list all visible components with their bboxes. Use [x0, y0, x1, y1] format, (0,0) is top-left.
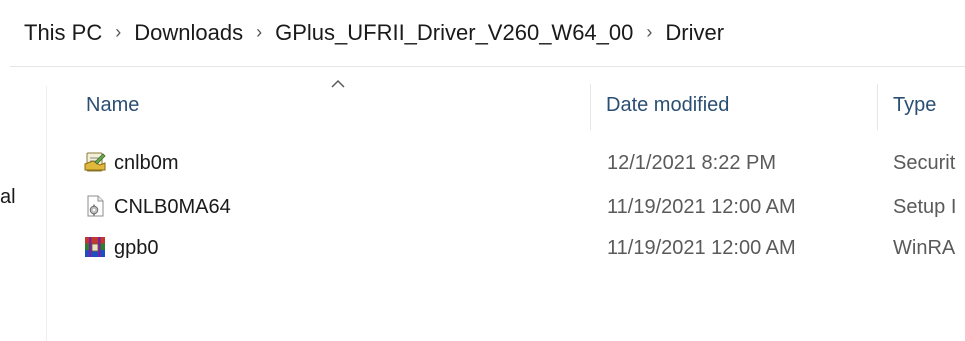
chevron-right-icon[interactable]: › [256, 22, 262, 43]
breadcrumb-this-pc[interactable]: This PC [24, 20, 102, 46]
breadcrumb-downloads[interactable]: Downloads [134, 20, 243, 46]
chevron-right-icon[interactable]: › [646, 22, 652, 43]
file-name[interactable]: gpb0 [114, 237, 159, 260]
file-type: WinRA [893, 237, 956, 259]
breadcrumb: This PC › Downloads › GPlus_UFRII_Driver… [0, 0, 965, 66]
navigation-pane-divider[interactable] [46, 86, 47, 341]
security-catalog-icon [84, 152, 106, 172]
file-name[interactable]: cnlb0m [114, 152, 178, 175]
breadcrumb-gplus-driver-folder[interactable]: GPlus_UFRII_Driver_V260_W64_00 [275, 20, 633, 46]
file-row[interactable]: cnlb0m 12/1/2021 8:22 PM Securit [70, 148, 965, 180]
file-type: Securit [893, 152, 956, 174]
column-header-name[interactable]: Name [86, 94, 139, 117]
column-header-type[interactable]: Type [893, 94, 936, 117]
navigation-pane-item-partial[interactable]: al [0, 186, 16, 209]
chevron-right-icon[interactable]: › [115, 22, 121, 43]
column-divider[interactable] [877, 84, 878, 130]
winrar-archive-icon [85, 237, 105, 257]
file-row[interactable]: CNLB0MA64 11/19/2021 12:00 AM Setup I [70, 192, 965, 224]
address-bar-divider [10, 66, 965, 67]
setup-information-icon [87, 195, 104, 217]
breadcrumb-driver[interactable]: Driver [665, 20, 724, 46]
file-name[interactable]: CNLB0MA64 [114, 196, 231, 219]
column-divider[interactable] [590, 84, 591, 130]
file-date-modified: 11/19/2021 12:00 AM [607, 196, 796, 218]
file-date-modified: 12/1/2021 8:22 PM [607, 152, 777, 174]
sort-ascending-icon [331, 79, 345, 88]
file-type: Setup I [893, 196, 957, 218]
file-row[interactable]: gpb0 11/19/2021 12:00 AM WinRA [70, 233, 965, 265]
column-header-date-modified[interactable]: Date modified [606, 94, 729, 117]
file-date-modified: 11/19/2021 12:00 AM [607, 237, 796, 259]
